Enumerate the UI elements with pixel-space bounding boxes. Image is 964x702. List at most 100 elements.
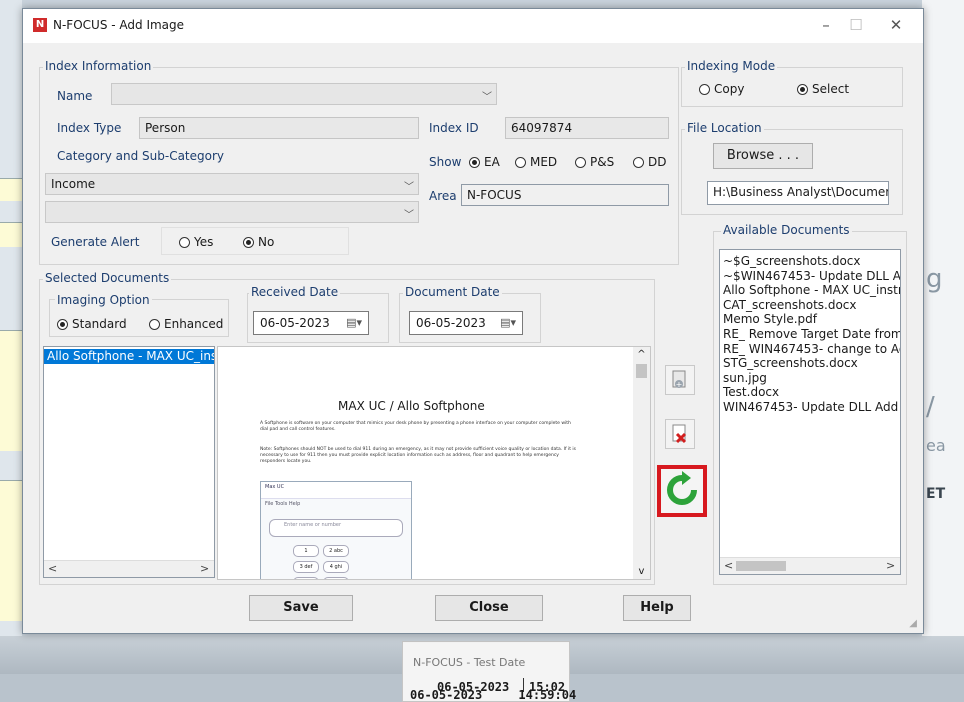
radio-icon: [515, 157, 526, 168]
radio-selected-icon: [243, 237, 254, 248]
scroll-up-icon[interactable]: ^: [633, 349, 650, 360]
nfocus-app-icon: N: [33, 18, 47, 32]
index-id-field[interactable]: 64097874: [505, 117, 669, 139]
preview-key: 1: [293, 545, 319, 557]
background-strip: [0, 222, 22, 247]
close-window-button[interactable]: ✕: [881, 13, 911, 37]
radio-icon: [179, 237, 190, 248]
alert-no-radio[interactable]: No: [243, 235, 274, 249]
document-date-value: 06-05-2023: [416, 316, 486, 330]
popup-title: N-FOCUS - Test Date: [413, 656, 526, 669]
document-preview[interactable]: MAX UC / Allo Softphone A Softphone is s…: [217, 346, 651, 580]
selected-document-item[interactable]: Allo Softphone - MAX UC_ins: [44, 349, 214, 364]
standard-radio[interactable]: Standard: [57, 317, 127, 331]
received-date-value: 06-05-2023: [260, 316, 330, 330]
preview-key: 5 jkl: [293, 577, 319, 579]
radio-icon: [149, 319, 160, 330]
refresh-button[interactable]: [657, 465, 707, 517]
available-document-item[interactable]: Test.docx: [720, 385, 900, 400]
received-date-picker[interactable]: 06-05-2023 ▤▾: [253, 311, 369, 335]
selected-documents-list[interactable]: Allo Softphone - MAX UC_ins < >: [43, 346, 215, 578]
available-document-item[interactable]: RE_ WIN467453- change to Adc: [720, 342, 900, 357]
preview-app-menu: File Tools Help: [265, 501, 301, 507]
vertical-scrollbar[interactable]: ^ v: [633, 347, 650, 579]
copy-mode-radio[interactable]: Copy: [699, 82, 744, 96]
background-fragment: ET: [926, 486, 946, 502]
file-location-label: File Location: [685, 121, 764, 135]
available-document-item[interactable]: Allo Softphone - MAX UC_instr: [720, 283, 900, 298]
enhanced-radio[interactable]: Enhanced: [149, 317, 223, 331]
background-fragment: g: [926, 264, 943, 294]
radio-icon: [575, 157, 586, 168]
available-document-item[interactable]: sun.jpg: [720, 371, 900, 386]
category-label: Category and Sub-Category: [57, 149, 225, 163]
background-fragment: /: [926, 392, 935, 422]
scrollbar-thumb[interactable]: [736, 561, 786, 571]
calendar-icon[interactable]: ▤▾: [346, 316, 362, 329]
status-time: 06-05-2023 14:59:04: [410, 688, 577, 702]
index-type-field[interactable]: Person: [139, 117, 419, 139]
document-date-picker[interactable]: 06-05-2023 ▤▾: [409, 311, 523, 335]
preview-app-title: Max UC: [261, 482, 411, 499]
available-documents-list[interactable]: ~$G_screenshots.docx ~$WIN467453- Update …: [719, 249, 901, 575]
background-app-right-edge: g / ea ET: [922, 0, 964, 702]
window-title: N-FOCUS - Add Image: [53, 18, 185, 32]
index-type-label: Index Type: [57, 121, 122, 135]
available-document-item[interactable]: Memo Style.pdf: [720, 312, 900, 327]
select-mode-radio[interactable]: Select: [797, 82, 849, 96]
scroll-down-icon[interactable]: v: [633, 566, 650, 577]
show-ps-radio[interactable]: P&S: [575, 155, 614, 169]
preview-paragraph: A Softphone is software on your computer…: [260, 421, 571, 432]
selected-documents-label: Selected Documents: [43, 271, 172, 285]
add-image-dialog: N N-FOCUS - Add Image – ☐ ✕ Index Inform…: [22, 8, 924, 634]
category-dropdown[interactable]: Income ﹀: [45, 173, 419, 195]
radio-selected-icon: [469, 157, 480, 168]
area-field[interactable]: N-FOCUS: [461, 184, 669, 206]
name-label: Name: [57, 89, 93, 103]
minimize-button[interactable]: –: [811, 13, 841, 37]
close-button[interactable]: Close: [435, 595, 543, 621]
imaging-option-label: Imaging Option: [55, 293, 152, 307]
delete-page-button[interactable]: [665, 419, 695, 449]
scroll-left-icon[interactable]: <: [48, 562, 57, 575]
received-date-label: Received Date: [249, 285, 341, 299]
index-information-label: Index Information: [43, 59, 154, 73]
alert-yes-radio[interactable]: Yes: [179, 235, 213, 249]
background-app-left-edge: [0, 0, 22, 702]
save-button[interactable]: Save: [249, 595, 353, 621]
scrollbar-thumb[interactable]: [636, 364, 647, 378]
background-strip: [0, 330, 22, 451]
add-page-button[interactable]: +: [665, 365, 695, 395]
preview-note: Note: Softphones should NOT be used to d…: [260, 447, 577, 464]
available-document-item[interactable]: RE_ Remove Target Date from ': [720, 327, 900, 342]
preview-key: 3 def: [293, 561, 319, 573]
scroll-right-icon[interactable]: >: [200, 562, 209, 575]
show-label: Show: [429, 155, 462, 169]
available-document-item[interactable]: WIN467453- Update DLL Add In: [720, 400, 900, 415]
name-dropdown[interactable]: ﹀: [111, 83, 497, 105]
resize-grip-icon[interactable]: ◢: [909, 618, 917, 629]
available-document-item[interactable]: ~$WIN467453- Update DLL Add: [720, 269, 900, 284]
file-path-field[interactable]: H:\Business Analyst\Documer: [707, 181, 889, 205]
calendar-icon[interactable]: ▤▾: [500, 316, 516, 329]
preview-keypad: 1 2 abc 3 def 4 ghi 5 jkl 6 mno: [291, 543, 375, 579]
horizontal-scrollbar[interactable]: < >: [720, 557, 900, 574]
show-dd-radio[interactable]: DD: [633, 155, 666, 169]
horizontal-scrollbar[interactable]: < >: [44, 560, 214, 577]
subcategory-dropdown[interactable]: ﹀: [45, 201, 419, 223]
radio-selected-icon: [57, 319, 68, 330]
available-document-item[interactable]: CAT_screenshots.docx: [720, 298, 900, 313]
scroll-left-icon[interactable]: <: [724, 559, 733, 572]
maximize-button[interactable]: ☐: [841, 13, 871, 37]
scroll-right-icon[interactable]: >: [886, 559, 895, 572]
available-document-item[interactable]: STG_screenshots.docx: [720, 356, 900, 371]
available-document-item[interactable]: ~$G_screenshots.docx: [720, 254, 900, 269]
title-bar[interactable]: N N-FOCUS - Add Image – ☐ ✕: [23, 9, 923, 43]
preview-key: 6 mno: [323, 577, 349, 579]
preview-key: 4 ghi: [323, 561, 349, 573]
show-ea-radio[interactable]: EA: [469, 155, 500, 169]
show-med-radio[interactable]: MED: [515, 155, 557, 169]
background-fragment: ea: [926, 436, 946, 455]
browse-button[interactable]: Browse . . .: [713, 143, 813, 169]
help-button[interactable]: Help: [623, 595, 691, 621]
